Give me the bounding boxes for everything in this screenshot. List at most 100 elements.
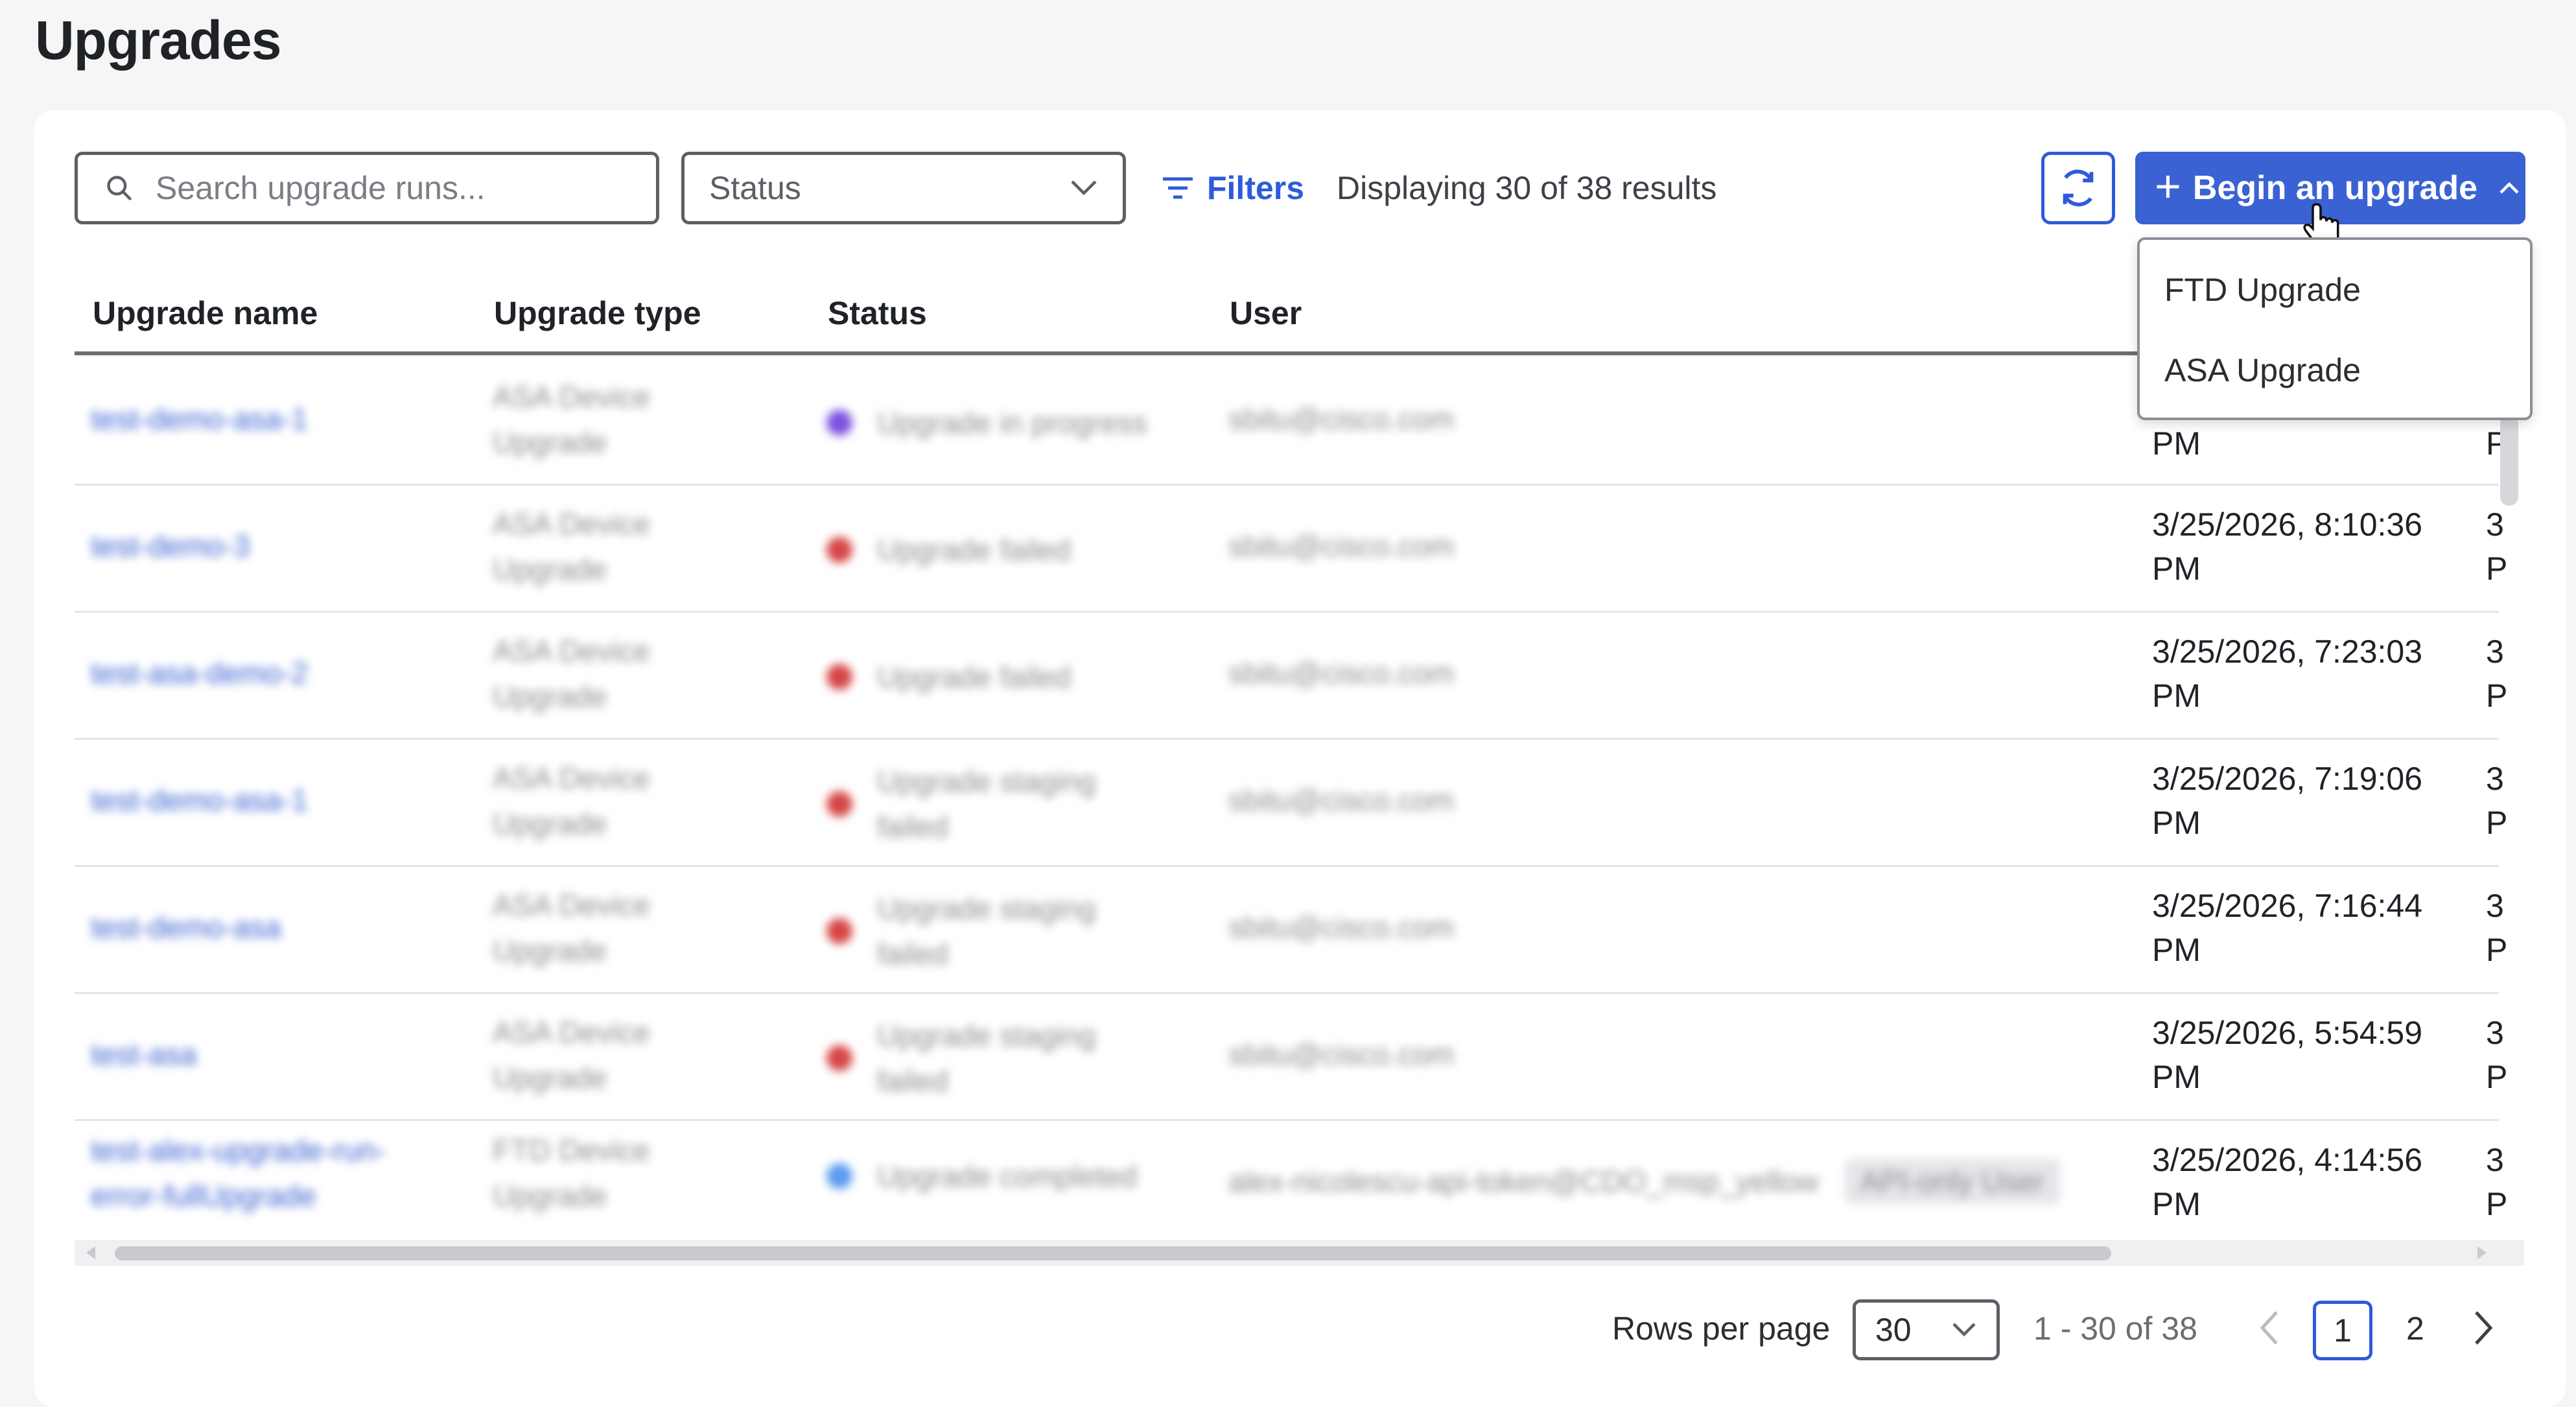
page-1-button[interactable]: 1 <box>2313 1301 2372 1360</box>
date-line: 3/25/2026, 7:23:03 <box>2152 633 2423 670</box>
table-row[interactable]: test-demo-asa-1 ASA Device Upgrade Upgrade… <box>75 359 2499 486</box>
page-1-label: 1 <box>2334 1312 2352 1349</box>
column-header-upgrade-name[interactable]: Upgrade name <box>93 294 318 332</box>
upgrade-name-link[interactable]: test-demo-3 <box>91 523 454 569</box>
table-row[interactable]: test-demo-asa-1 ASA Device Upgrade Upgrade… <box>75 740 2507 867</box>
status-text: Upgrade failed <box>877 660 1071 694</box>
user-cell: sbitu@cisco.com <box>1228 1032 1454 1077</box>
date-line: 3/25/2026, 8:10:36 <box>2152 506 2423 543</box>
upgrade-type: ASA Device Upgrade <box>493 380 650 459</box>
upgrade-name-link[interactable]: test-asa <box>91 1032 454 1077</box>
date-line: PM <box>2152 678 2201 714</box>
date-line: PM <box>2152 1186 2201 1222</box>
user-cell: sbitu@cisco.com <box>1228 396 1454 442</box>
plus-icon: + <box>2155 161 2181 211</box>
chevron-down-icon <box>1952 1323 1976 1337</box>
date-cell: 3/25/2026, 4:14:56 PM <box>2152 1138 2463 1226</box>
upgrade-name-link[interactable]: test-demo-asa-1 <box>91 777 454 823</box>
upgrade-type: ASA Device Upgrade <box>493 634 650 713</box>
status-dot-icon <box>826 410 852 436</box>
truncated-column: 3P <box>2486 761 2508 841</box>
rows-per-page-select[interactable]: 30 <box>1853 1299 2000 1360</box>
table-row[interactable]: test-alex-upgrade-run-error-fullUpgrade F… <box>75 1121 2507 1248</box>
filters-label: Filters <box>1207 170 1305 206</box>
upgrade-type: ASA Device Upgrade <box>493 761 650 840</box>
upgrade-name-link[interactable]: test-asa-demo-2 <box>91 650 454 696</box>
upgrade-name-link[interactable]: test-demo-asa <box>91 905 454 950</box>
search-icon <box>107 176 132 200</box>
truncated-column: 3P <box>2486 888 2508 968</box>
refresh-button[interactable] <box>2041 152 2115 224</box>
table-row[interactable]: test-demo-asa ASA Device Upgrade Upgrade s… <box>75 867 2507 994</box>
scroll-right-icon <box>2477 1246 2487 1259</box>
status-dot-icon <box>826 1045 852 1071</box>
user-cell: sbitu@cisco.com <box>1228 523 1454 569</box>
date-line: 3/25/2026, 7:16:44 <box>2152 888 2423 924</box>
upgrade-type: ASA Device Upgrade <box>493 507 650 586</box>
pagination-range: 1 - 30 of 38 <box>2033 1310 2197 1347</box>
column-header-upgrade-type[interactable]: Upgrade type <box>494 294 701 332</box>
upgrade-status: Upgrade in progress <box>826 374 1175 471</box>
upgrades-page: Upgrades Search upgrade runs... Status F… <box>0 0 2576 1407</box>
user-cell: sbitu@cisco.com <box>1228 905 1454 950</box>
upgrade-type: ASA Device Upgrade <box>493 1015 650 1094</box>
truncated-column: 3P <box>2486 1142 2508 1222</box>
status-text: Upgrade staging failed <box>877 892 1096 971</box>
user-email: sbitu@cisco.com <box>1228 1037 1455 1071</box>
status-dot-icon <box>826 918 852 944</box>
horizontal-scrollbar[interactable] <box>75 1240 2524 1266</box>
date-line: 3/25/2026, 4:14:56 <box>2152 1142 2423 1178</box>
page-2-button[interactable]: 2 <box>2406 1310 2424 1347</box>
status-text: Upgrade failed <box>877 533 1071 567</box>
upgrade-status: Upgrade failed <box>826 501 1175 598</box>
upgrade-name-link[interactable]: test-alex-upgrade-run-error-fullUpgrade <box>91 1128 454 1218</box>
column-header-status[interactable]: Status <box>828 294 927 332</box>
status-text: Upgrade completed <box>877 1159 1138 1193</box>
horizontal-scroll-thumb[interactable] <box>115 1246 2111 1260</box>
vertical-scroll-thumb[interactable] <box>2500 415 2518 506</box>
user-email: sbitu@cisco.com <box>1228 402 1455 436</box>
date-cell: 3/25/2026, 7:23:03 PM <box>2152 630 2463 718</box>
status-select-value: Status <box>709 170 801 206</box>
upgrade-name-link[interactable]: test-demo-asa-1 <box>91 396 454 442</box>
result-count: Displaying 30 of 38 results <box>1337 170 1717 206</box>
refresh-icon <box>2063 169 2094 207</box>
table-row[interactable]: test-asa-demo-2 ASA Device Upgrade Upgrade… <box>75 613 2507 740</box>
rows-per-page-label: Rows per page <box>1612 1310 1831 1347</box>
rows-per-page-value: 30 <box>1875 1312 1912 1348</box>
menu-item-ftd-upgrade[interactable]: FTD Upgrade <box>2164 271 2361 309</box>
column-header-user[interactable]: User <box>1230 294 1302 332</box>
date-line: PM <box>2152 550 2201 587</box>
chevron-up-icon <box>2500 182 2519 194</box>
status-dot-icon <box>826 537 852 563</box>
date-cell: 3/25/2026, 5:54:59 PM <box>2152 1011 2463 1099</box>
filters-button[interactable]: Filters <box>1162 167 1304 209</box>
upgrade-status: Upgrade staging failed <box>826 755 1175 853</box>
date-line: PM <box>2152 805 2201 841</box>
status-text: Upgrade in progress <box>877 406 1147 440</box>
date-line: 3/25/2026, 5:54:59 <box>2152 1015 2423 1051</box>
status-select[interactable]: Status <box>681 152 1126 224</box>
table-row[interactable]: test-demo-3 ASA Device Upgrade Upgrade fai… <box>75 486 2507 613</box>
upgrade-status: Upgrade staging failed <box>826 1010 1175 1107</box>
upgrade-type: ASA Device Upgrade <box>493 888 650 967</box>
truncated-column: 3P <box>2486 1015 2508 1095</box>
status-dot-icon <box>826 664 852 690</box>
user-email: sbitu@cisco.com <box>1228 910 1455 944</box>
date-line: 3/25/2026, 7:19:06 <box>2152 761 2423 797</box>
user-cell: sbitu@cisco.com <box>1228 777 1454 823</box>
search-placeholder: Search upgrade runs... <box>156 170 486 206</box>
table-row[interactable]: test-asa ASA Device Upgrade Upgrade stagin… <box>75 994 2507 1121</box>
user-email: alex-nicolescu-api-token@CDO_msp_yellow <box>1228 1165 1819 1198</box>
status-text: Upgrade staging failed <box>877 764 1096 844</box>
next-page-icon[interactable] <box>2470 1308 2496 1347</box>
menu-item-asa-upgrade[interactable]: ASA Upgrade <box>2164 351 2361 389</box>
date-cell: 3/25/2026, 7:19:06 PM <box>2152 757 2463 845</box>
previous-page-icon[interactable] <box>2257 1308 2283 1347</box>
search-input[interactable]: Search upgrade runs... <box>75 152 659 224</box>
user-email: sbitu@cisco.com <box>1228 656 1455 690</box>
truncated-column: 3P <box>2486 633 2508 714</box>
chevron-down-icon <box>1071 180 1097 196</box>
date-cell: 3/25/2026, 8:10:36 PM <box>2152 503 2463 591</box>
page-title: Upgrades <box>35 10 281 71</box>
